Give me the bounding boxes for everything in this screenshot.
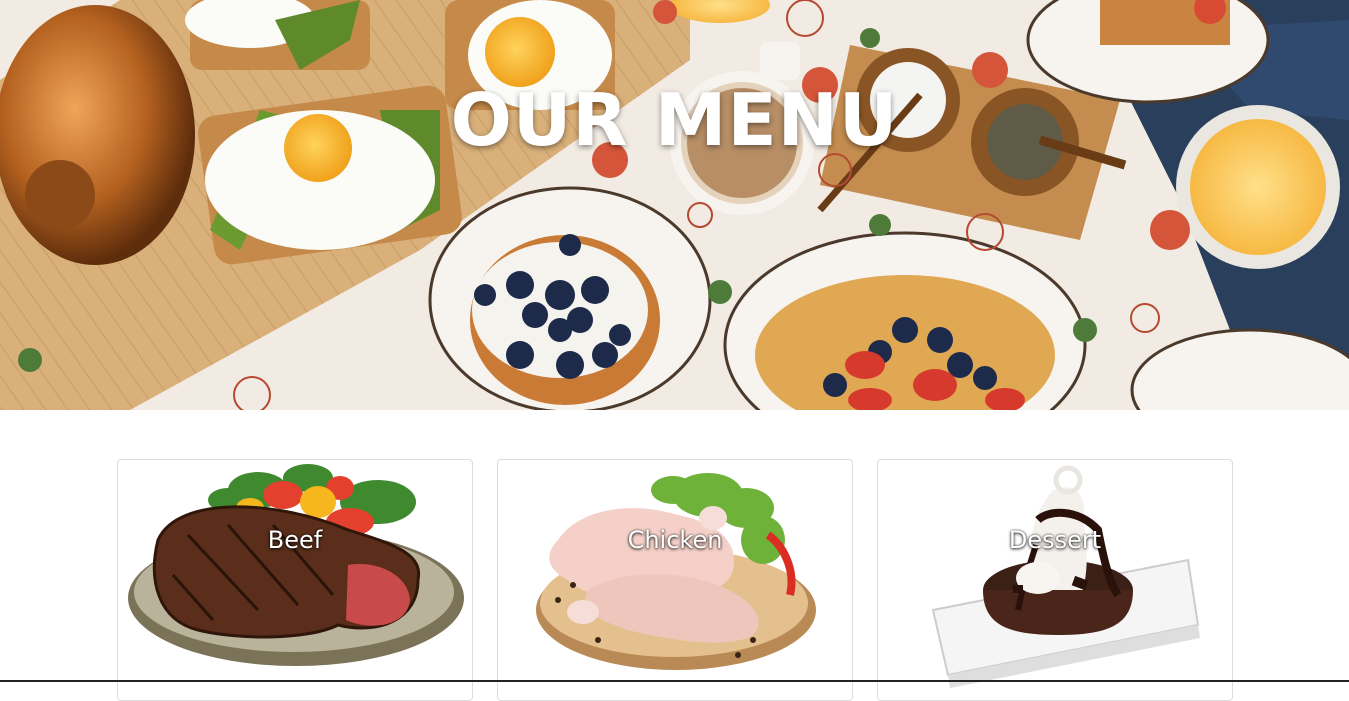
category-card-chicken[interactable]: Chicken xyxy=(497,459,853,701)
breakfast-table-image xyxy=(0,0,1349,410)
category-label-beef: Beef xyxy=(267,526,323,554)
category-card-beef[interactable]: Beef xyxy=(117,459,473,701)
menu-categories: Beef Chicken Dessert xyxy=(117,459,1233,701)
category-label-chicken: Chicken xyxy=(627,526,723,554)
page-title: OUR MENU xyxy=(450,78,899,162)
raw-chicken-image xyxy=(536,473,816,670)
lava-cake-dessert-image xyxy=(931,465,1200,688)
category-card-dessert[interactable]: Dessert xyxy=(877,459,1233,701)
category-label-dessert: Dessert xyxy=(1008,526,1102,554)
beef-steak-image xyxy=(128,464,464,666)
hero-banner: OUR MENU xyxy=(0,0,1349,410)
